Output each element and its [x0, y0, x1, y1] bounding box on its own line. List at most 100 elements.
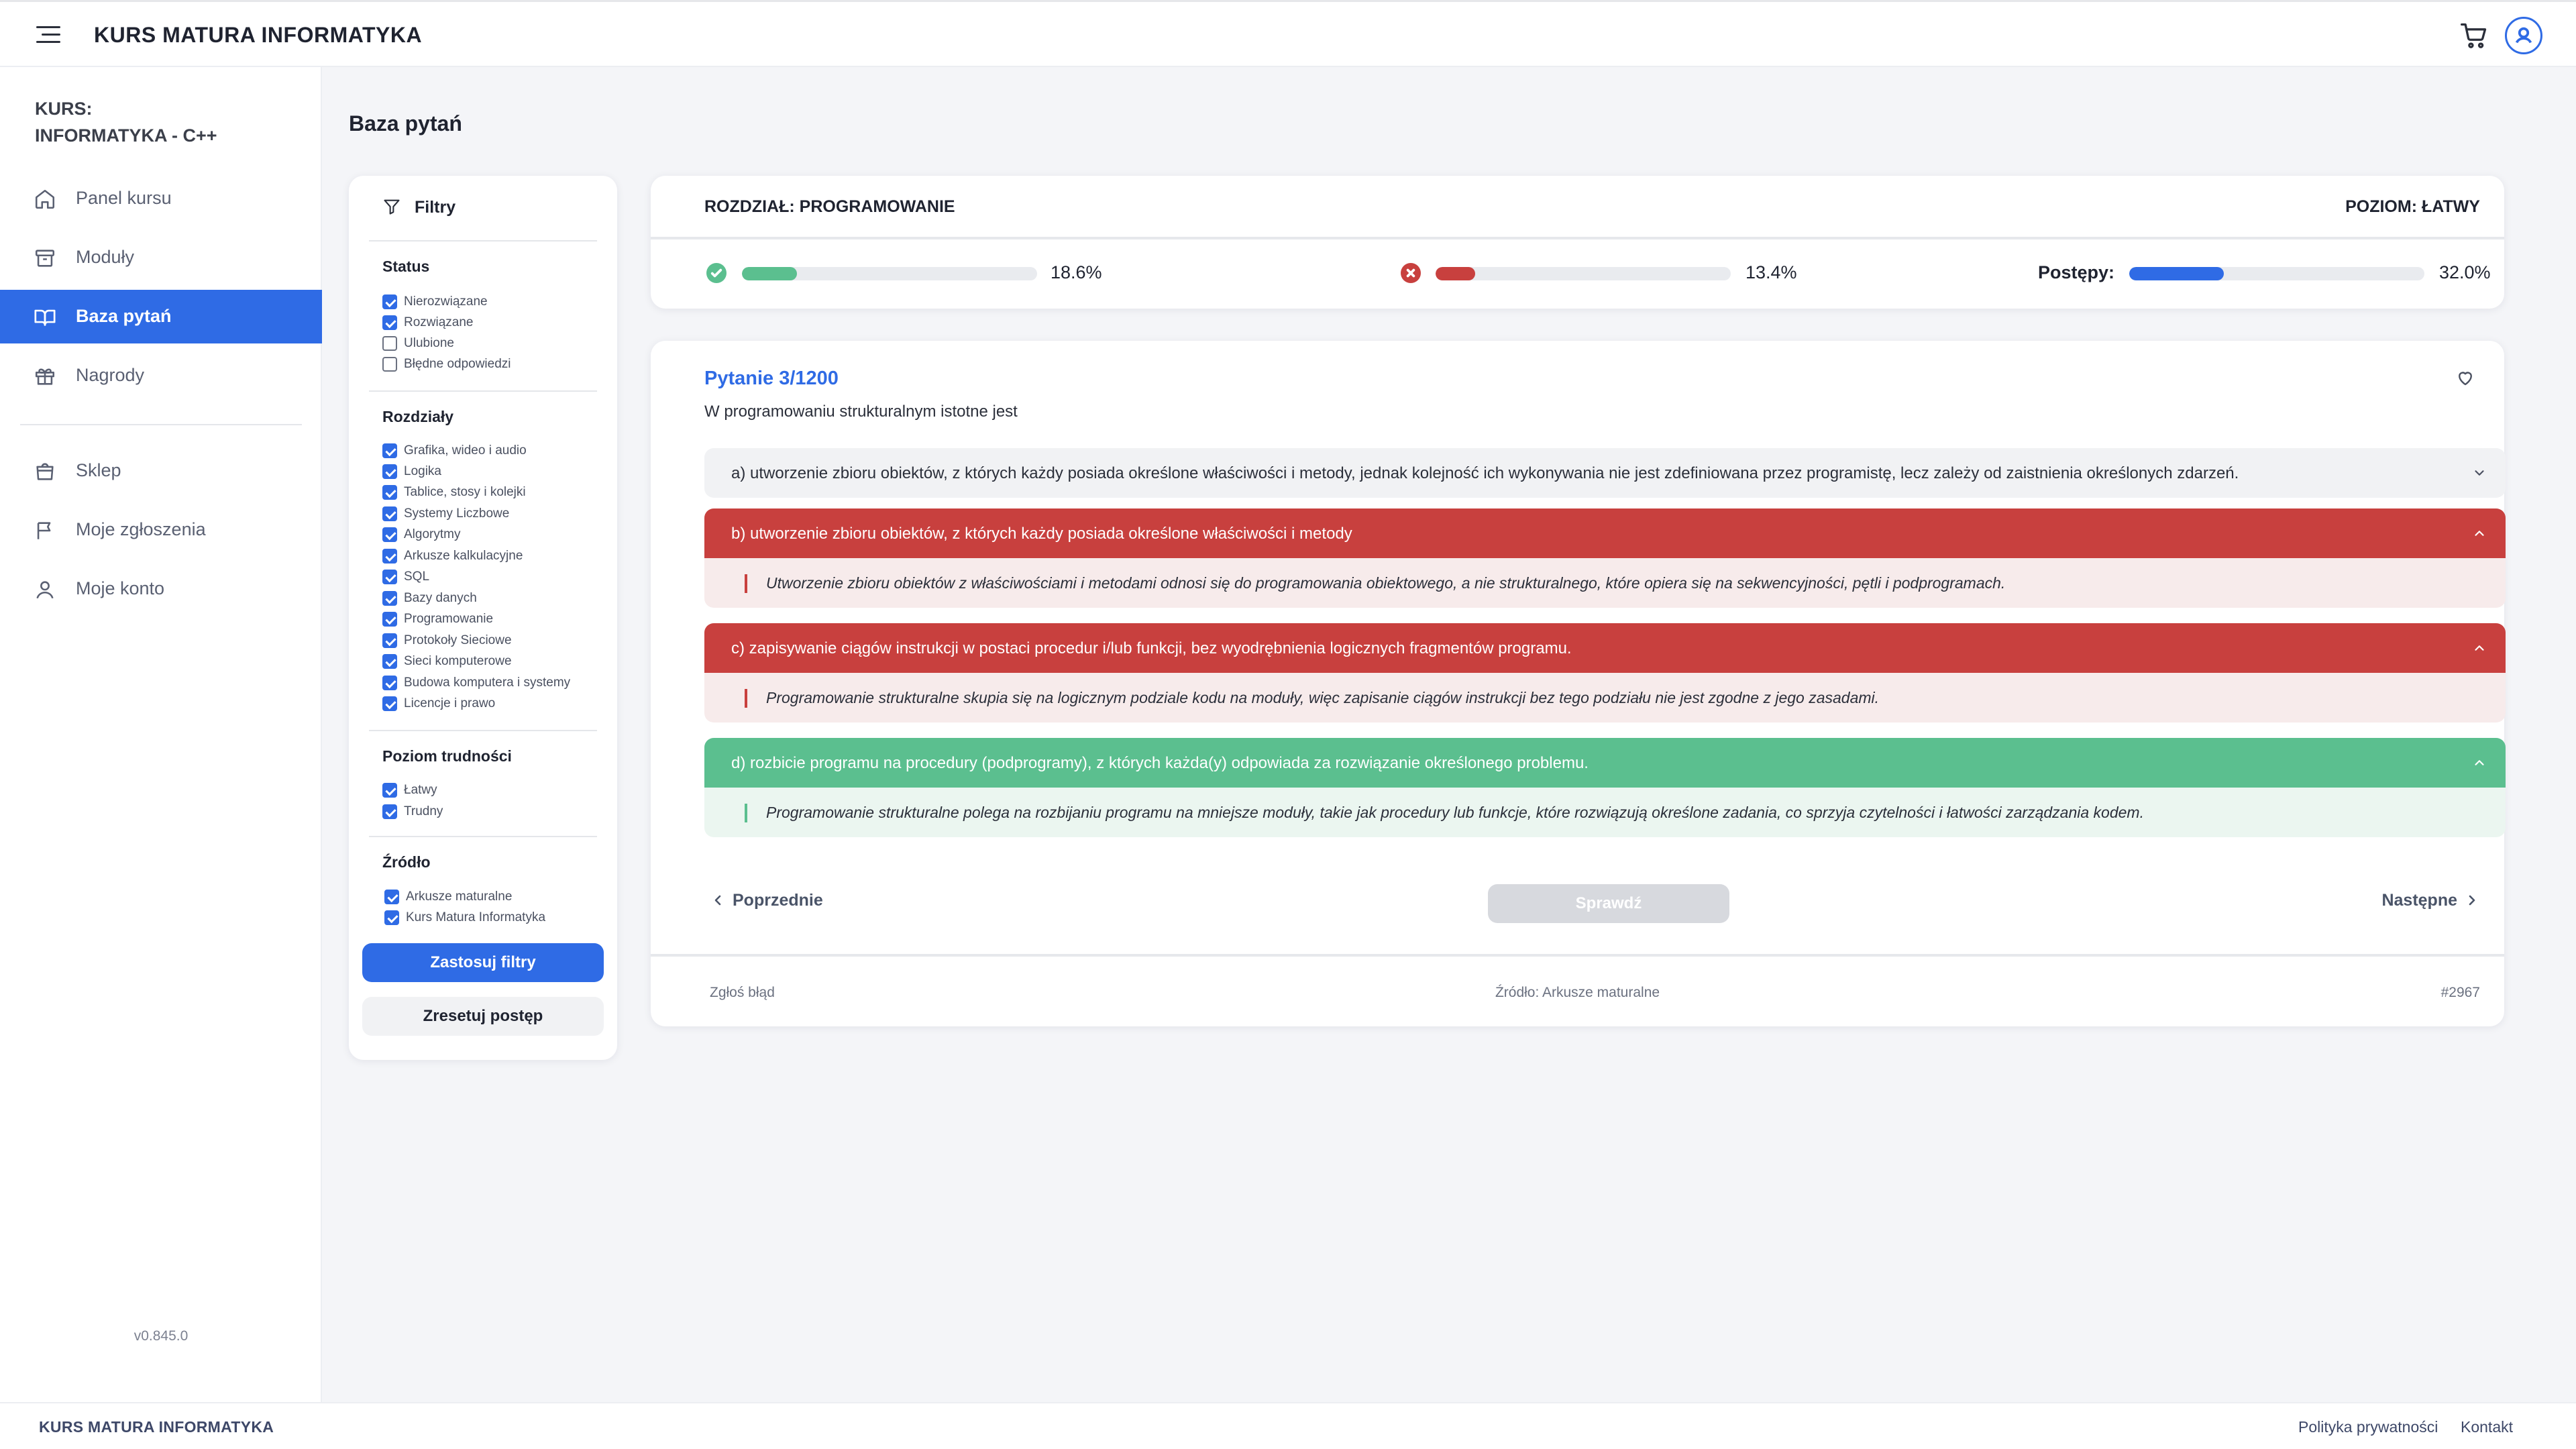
- filter-checkbox[interactable]: Arkusze kalkulacyjne: [382, 547, 523, 566]
- checkbox[interactable]: [382, 443, 397, 458]
- filter-checkbox[interactable]: Łatwy: [382, 781, 437, 800]
- sidebar-item-sklep[interactable]: Sklep: [0, 444, 322, 498]
- contact-link[interactable]: Kontakt: [2461, 1418, 2513, 1436]
- question-footer-divider: [651, 954, 2504, 957]
- reset-progress-button[interactable]: Zresetuj postęp: [362, 997, 604, 1036]
- checkbox[interactable]: [382, 804, 397, 819]
- filter-group-title: Poziom trudności: [382, 747, 512, 765]
- check-button[interactable]: Sprawdź: [1488, 884, 1729, 923]
- answer-option-d[interactable]: d) rozbicie programu na procedury (podpr…: [704, 738, 2506, 837]
- filter-checkbox[interactable]: Rozwiązane: [382, 313, 474, 332]
- filter-checkbox[interactable]: Kurs Matura Informatyka: [384, 908, 545, 927]
- explanation-text: Programowanie strukturalne polega na roz…: [766, 804, 2144, 821]
- chevron-down-icon[interactable]: [2472, 466, 2487, 480]
- sidebar-item-nagrody[interactable]: Nagrody: [0, 349, 322, 402]
- checkbox-label: SQL: [404, 570, 430, 584]
- home-icon: [35, 189, 55, 209]
- filter-checkbox[interactable]: Programowanie: [382, 610, 493, 629]
- filter-checkbox[interactable]: Trudny: [382, 802, 443, 821]
- filter-checkbox[interactable]: SQL: [382, 568, 429, 586]
- checkbox[interactable]: [382, 464, 397, 479]
- sidebar-item-moje-konto[interactable]: Moje konto: [0, 562, 322, 616]
- answer-header[interactable]: c) zapisywanie ciągów instrukcji w posta…: [704, 623, 2506, 673]
- checkbox[interactable]: [384, 910, 399, 925]
- explanation-accent: [745, 804, 747, 822]
- progress-stats-card: ROZDZIAŁ: PROGRAMOWANIE POZIOM: ŁATWY 18…: [651, 176, 2504, 309]
- answer-option-a[interactable]: a) utworzenie zbioru obiektów, z których…: [704, 448, 2506, 498]
- answer-header[interactable]: b) utworzenie zbioru obiektów, z których…: [704, 508, 2506, 558]
- checkbox-label: Łatwy: [404, 783, 437, 797]
- explanation-text: Utworzenie zbioru obiektów z właściwości…: [766, 574, 2006, 592]
- page-title: Baza pytań: [349, 111, 462, 136]
- checkbox[interactable]: [382, 315, 397, 330]
- answer-option-c[interactable]: c) zapisywanie ciągów instrukcji w posta…: [704, 623, 2506, 722]
- checkbox-label: Bazy danych: [404, 591, 477, 605]
- checkbox[interactable]: [382, 294, 397, 309]
- answer-header[interactable]: d) rozbicie programu na procedury (podpr…: [704, 738, 2506, 788]
- chevron-up-icon[interactable]: [2472, 641, 2487, 655]
- sidebar-item-panel-kursu[interactable]: Panel kursu: [0, 172, 322, 225]
- overall-progress-fill: [2129, 267, 2224, 280]
- checkbox[interactable]: [382, 336, 397, 351]
- answer-header[interactable]: a) utworzenie zbioru obiektów, z których…: [704, 448, 2506, 498]
- filter-checkbox[interactable]: Arkusze maturalne: [384, 888, 512, 906]
- cart-icon[interactable]: [2459, 21, 2489, 50]
- filter-checkbox[interactable]: Logika: [382, 462, 441, 481]
- brand-title[interactable]: KURS MATURA INFORMATYKA: [94, 23, 422, 48]
- check-circle-icon: [706, 263, 727, 283]
- filter-checkbox[interactable]: Protokoły Sieciowe: [382, 631, 512, 650]
- heart-icon[interactable]: [2455, 368, 2476, 388]
- filters-divider: [369, 390, 597, 392]
- checkbox[interactable]: [382, 612, 397, 627]
- checkbox[interactable]: [382, 527, 397, 542]
- checkbox[interactable]: [382, 696, 397, 711]
- filter-checkbox[interactable]: Ulubione: [382, 334, 454, 353]
- filter-checkbox[interactable]: Grafika, wideo i audio: [382, 441, 527, 460]
- checkbox[interactable]: [382, 570, 397, 584]
- checkbox[interactable]: [382, 654, 397, 669]
- checkbox[interactable]: [382, 485, 397, 500]
- filter-checkbox[interactable]: Nierozwiązane: [382, 292, 488, 311]
- sidebar-item-moduly[interactable]: Moduły: [0, 231, 322, 284]
- filter-checkbox[interactable]: Systemy Liczbowe: [382, 504, 509, 523]
- checkbox-label: Kurs Matura Informatyka: [406, 910, 546, 924]
- sidebar-item-label: Panel kursu: [76, 188, 172, 208]
- explanation-accent: [745, 574, 747, 593]
- filter-checkbox[interactable]: Błędne odpowiedzi: [382, 355, 511, 374]
- answer-option-b[interactable]: b) utworzenie zbioru obiektów, z których…: [704, 508, 2506, 608]
- explanation-accent: [745, 689, 747, 708]
- checkbox[interactable]: [382, 676, 397, 690]
- filter-checkbox[interactable]: Licencje i prawo: [382, 694, 495, 713]
- sidebar-item-baza-pytan[interactable]: Baza pytań: [0, 290, 322, 343]
- level-label: POZIOM: ŁATWY: [2345, 197, 2480, 216]
- checkbox-label: Protokoły Sieciowe: [404, 633, 512, 647]
- sidebar-item-moje-zgloszenia[interactable]: Moje zgłoszenia: [0, 503, 322, 557]
- filter-checkbox[interactable]: Tablice, stosy i kolejki: [382, 483, 526, 502]
- filter-group-title: Rozdziały: [382, 408, 454, 425]
- checkbox[interactable]: [382, 783, 397, 798]
- apply-filters-button[interactable]: Zastosuj filtry: [362, 943, 604, 982]
- checkbox[interactable]: [382, 591, 397, 606]
- next-label: Następne: [2381, 891, 2457, 910]
- next-button[interactable]: Następne: [2381, 891, 2480, 910]
- question-source: Źródło: Arkusze maturalne: [1495, 985, 1660, 1000]
- chevron-up-icon[interactable]: [2472, 755, 2487, 770]
- chevron-up-icon[interactable]: [2472, 526, 2487, 541]
- checkbox[interactable]: [382, 357, 397, 372]
- filter-checkbox[interactable]: Budowa komputera i systemy: [382, 674, 570, 692]
- filter-checkbox[interactable]: Bazy danych: [382, 589, 477, 608]
- menu-icon[interactable]: [36, 26, 60, 44]
- privacy-policy-link[interactable]: Polityka prywatności: [2298, 1418, 2438, 1436]
- checkbox[interactable]: [382, 506, 397, 521]
- overall-progress-bar: [2129, 267, 2424, 280]
- checkbox[interactable]: [382, 549, 397, 564]
- filter-checkbox[interactable]: Sieci komputerowe: [382, 652, 512, 671]
- filter-checkbox[interactable]: Algorytmy: [382, 525, 460, 544]
- sidebar-item-label: Nagrody: [76, 365, 145, 385]
- checkbox[interactable]: [384, 890, 399, 904]
- previous-button[interactable]: Poprzednie: [710, 891, 823, 910]
- user-avatar-button[interactable]: [2505, 17, 2542, 54]
- checkbox[interactable]: [382, 633, 397, 648]
- gift-icon: [35, 368, 55, 385]
- wrong-percent: 13.4%: [1746, 262, 1797, 282]
